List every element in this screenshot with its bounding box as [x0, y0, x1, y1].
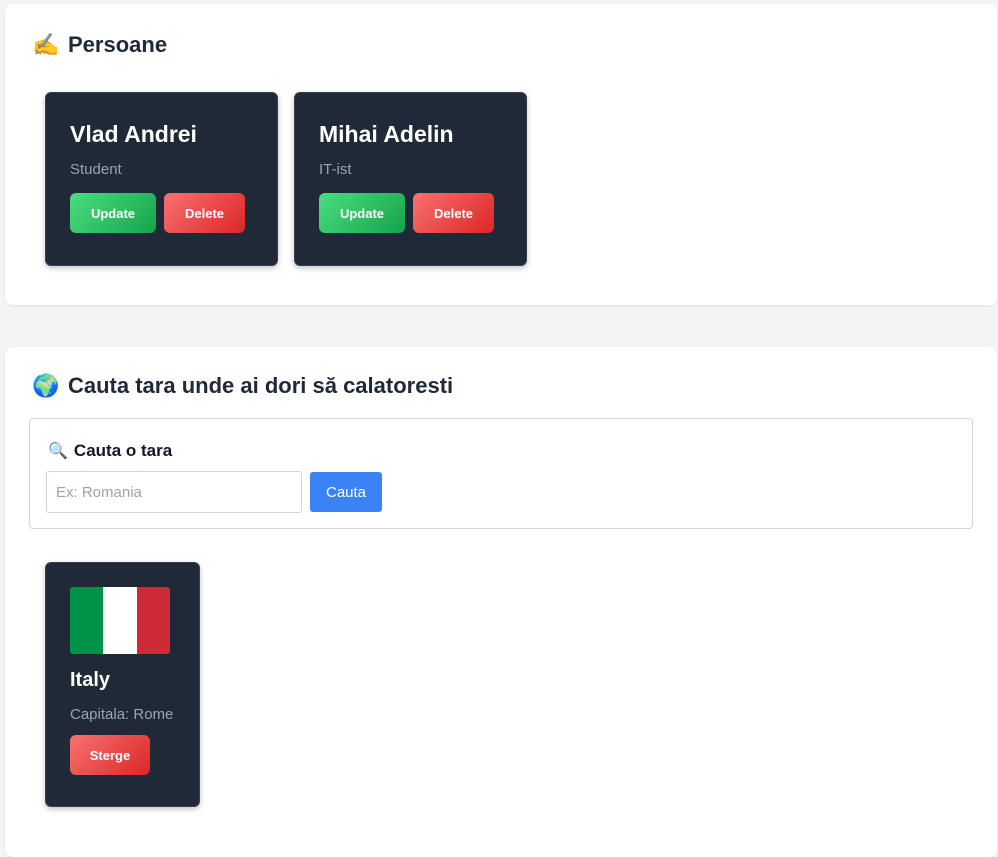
delete-button[interactable]: Delete — [164, 193, 245, 233]
italy-flag — [70, 587, 170, 654]
country-card: Italy Capitala: Rome Sterge — [45, 562, 200, 807]
persons-title-text: Persoane — [68, 32, 168, 57]
person-name: Mihai Adelin — [319, 121, 454, 147]
country-capital: Capitala: Rome — [70, 706, 174, 723]
delete-button[interactable]: Delete — [413, 193, 494, 233]
search-label-text: Cauta o tara — [73, 441, 173, 460]
persons-section: ✍️ Persoane Vlad Andrei Student Update D… — [5, 4, 997, 305]
search-button[interactable]: Cauta — [310, 472, 382, 512]
country-search-input[interactable] — [46, 471, 302, 513]
writing-hand-icon: ✍️ — [32, 32, 60, 57]
person-card: Mihai Adelin IT-ist Update Delete — [294, 92, 527, 266]
person-card: Vlad Andrei Student Update Delete — [45, 92, 278, 266]
persons-title: ✍️ Persoane — [32, 32, 167, 58]
country-search-box: 🔍 Cauta o tara Cauta — [29, 418, 973, 529]
globe-icon: 🌍 — [32, 373, 60, 398]
update-button[interactable]: Update — [70, 193, 156, 233]
countries-section: 🌍 Cauta tara unde ai dori să calatoresti… — [5, 347, 997, 857]
country-name: Italy — [70, 669, 111, 691]
person-role: IT-ist — [319, 161, 352, 178]
update-button[interactable]: Update — [319, 193, 405, 233]
search-label: 🔍 Cauta o tara — [48, 441, 172, 461]
flag-stripe-white — [103, 587, 137, 654]
countries-title: 🌍 Cauta tara unde ai dori să calatoresti — [32, 373, 453, 399]
countries-title-text: Cauta tara unde ai dori să calatoresti — [68, 373, 454, 398]
delete-country-button[interactable]: Sterge — [70, 735, 150, 775]
flag-stripe-red — [136, 587, 170, 654]
person-role: Student — [70, 161, 122, 178]
magnifier-icon: 🔍 — [48, 443, 68, 460]
person-name: Vlad Andrei — [70, 121, 197, 147]
flag-stripe-green — [70, 587, 104, 654]
